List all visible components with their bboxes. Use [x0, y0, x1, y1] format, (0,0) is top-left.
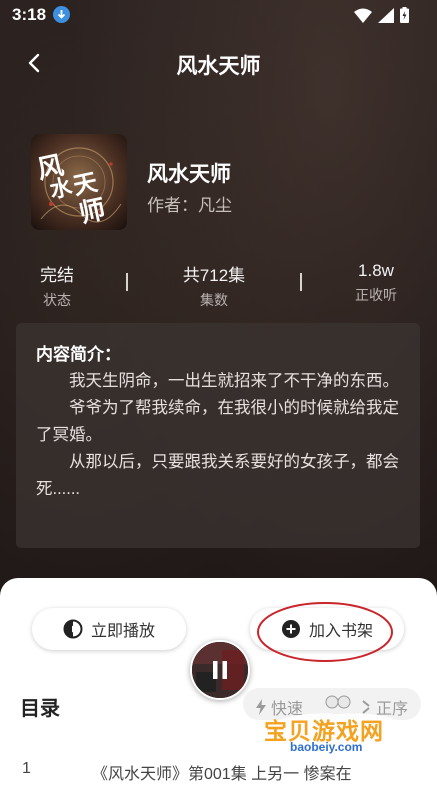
- toc-title: 目录: [20, 698, 60, 720]
- stat-label: 集数: [200, 292, 228, 308]
- stat-episodes: 共712集 集数: [166, 261, 262, 310]
- stat-value: 完结: [40, 266, 74, 285]
- stat-value: 共712集: [182, 266, 246, 285]
- highlight-circle-annotation: [257, 602, 393, 662]
- download-icon: [53, 6, 70, 23]
- signal-icon: [378, 7, 394, 23]
- watermark-url: baobeiy.com: [290, 740, 363, 754]
- stat-divider: [126, 273, 128, 291]
- pause-icon[interactable]: [211, 660, 229, 680]
- book-title: 风水天师: [147, 163, 231, 186]
- synopsis-paragraph: 从那以后，只要跟我关系要好的女孩子，都会死......: [36, 453, 399, 498]
- status-bar: 3:18: [0, 0, 437, 30]
- synopsis-card: 内容简介： 我天生阴命，一出生就招来了不干净的东西。 爷爷为了帮我续命，在我很小…: [16, 323, 420, 548]
- play-now-label: 立即播放: [90, 623, 155, 640]
- stat-label: 正收听: [355, 287, 397, 303]
- synopsis-paragraph: 我天生阴命，一出生就招来了不干净的东西。: [69, 372, 399, 390]
- synopsis-heading: 内容简介：: [36, 345, 121, 364]
- stat-label: 状态: [43, 292, 71, 308]
- play-now-button[interactable]: 立即播放: [32, 608, 186, 650]
- stat-divider: [300, 273, 302, 291]
- book-cover: 风 水 天 师: [31, 134, 127, 230]
- stat-value: 1.8w: [358, 261, 394, 280]
- play-circle-icon: [63, 619, 83, 639]
- synopsis-text: 我天生阴命，一出生就招来了不干净的东西。 爷爷为了帮我续命，在我很小的时候就给我…: [36, 368, 404, 503]
- synopsis-paragraph: 爷爷为了帮我续命，在我很小的时候就给我定了冥婚。: [36, 399, 399, 444]
- status-time: 3:18: [12, 5, 47, 24]
- stat-listeners: 1.8w 正收听: [346, 261, 406, 305]
- wifi-icon: [354, 8, 372, 23]
- book-author: 作者：凡尘: [147, 196, 232, 215]
- episode-index: 1: [22, 760, 31, 777]
- page-title: 风水天师: [176, 55, 261, 78]
- mini-player[interactable]: [190, 640, 250, 700]
- stat-status: 完结 状态: [28, 261, 86, 310]
- battery-icon: [400, 7, 409, 23]
